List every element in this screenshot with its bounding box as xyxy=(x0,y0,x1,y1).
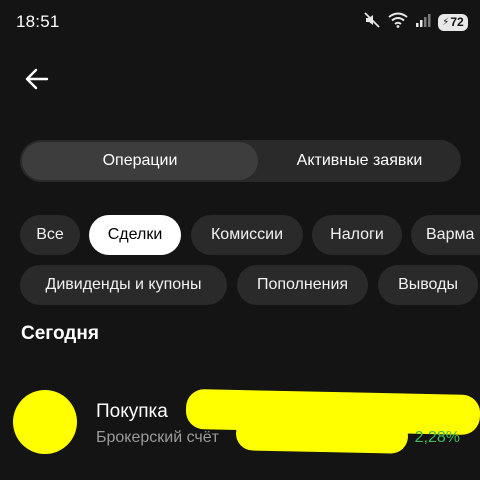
battery-indicator: ⚡ 72 xyxy=(438,13,468,31)
filter-chip-margin[interactable]: Варма xyxy=(411,215,480,255)
filter-chip-all[interactable]: Все xyxy=(20,215,80,255)
status-icons: ⚡ 72 xyxy=(363,10,468,34)
tab-operations[interactable]: Операции xyxy=(22,142,258,180)
operation-subtitle: Брокерский счёт xyxy=(96,429,219,446)
battery-level: 72 xyxy=(450,15,464,29)
back-button[interactable] xyxy=(22,66,52,96)
filter-chip-commissions[interactable]: Комиссии xyxy=(191,215,303,255)
filter-chip-deals[interactable]: Сделки xyxy=(89,215,181,255)
mute-icon xyxy=(363,11,381,34)
battery-icon: ⚡ xyxy=(442,16,450,28)
redaction-mark xyxy=(235,416,409,454)
filter-chip-taxes[interactable]: Налоги xyxy=(312,215,402,255)
tabs-segmented-control: Операции Активные заявки xyxy=(20,140,461,182)
operation-avatar xyxy=(13,390,77,454)
filter-chip-dividends[interactable]: Дивиденды и купоны xyxy=(20,265,227,305)
status-bar: 18:51 ⚡ 72 xyxy=(0,0,480,44)
arrow-left-icon xyxy=(24,66,50,97)
filter-chip-withdrawals[interactable]: Выводы xyxy=(378,265,478,305)
operation-percent-change: 2,28% xyxy=(414,429,460,446)
section-title-today: Сегодня xyxy=(21,323,99,344)
status-time: 18:51 xyxy=(16,12,60,31)
tab-active-orders[interactable]: Активные заявки xyxy=(260,142,459,180)
signal-icon xyxy=(415,12,431,33)
filter-chip-deposits[interactable]: Пополнения xyxy=(237,265,368,305)
operation-title: Покупка xyxy=(96,401,168,422)
wifi-icon xyxy=(388,12,408,33)
